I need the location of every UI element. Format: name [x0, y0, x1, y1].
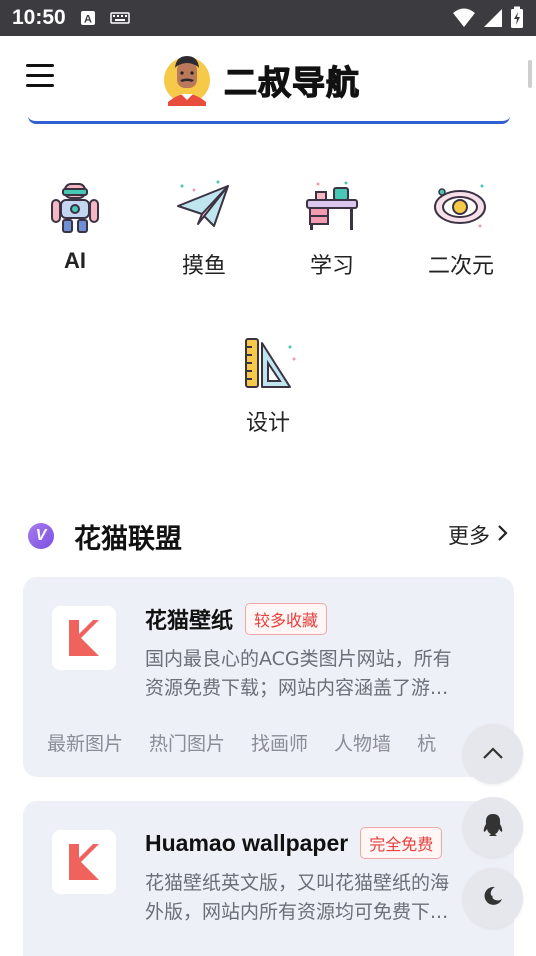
night-mode-icon [481, 884, 505, 912]
card-sublinks: 最新图片 热门图片 找画师 人物墙 杭 [47, 729, 487, 756]
more-label: 更多 [448, 524, 490, 548]
card-title-text: Huamao wallpaper [145, 829, 349, 856]
qq-button[interactable] [463, 797, 523, 857]
category-moyu[interactable]: 摸鱼 [149, 180, 259, 280]
card-tag: 完全免费 [360, 827, 443, 859]
qq-penguin-icon [481, 812, 505, 842]
status-bar: 10:50 A [0, 0, 536, 36]
wifi-icon [452, 7, 476, 33]
keyboard-icon [109, 11, 130, 25]
sublink[interactable]: 杭 [417, 729, 436, 756]
sublink[interactable]: 找画师 [251, 729, 308, 756]
site-card[interactable]: 花猫壁纸 较多收藏 国内最良心的ACG类图片网站，所有 资源免费下载；网站内容涵… [23, 577, 514, 777]
paper-plane-icon [174, 180, 234, 238]
site-logo-k-icon [52, 606, 116, 670]
card-tag: 较多收藏 [245, 603, 328, 635]
card-desc-line: 资源免费下载；网站内容涵盖了游... [145, 677, 449, 699]
category-label: 设计 [245, 411, 290, 436]
card-description: 国内最良心的ACG类图片网站，所有 资源免费下载；网站内容涵盖了游... [145, 645, 485, 703]
robot-icon [49, 180, 101, 238]
chevron-up-icon [482, 745, 504, 764]
category-label: AI [64, 248, 86, 273]
planet-icon [432, 180, 490, 238]
site-title: 二叔导航 [223, 62, 360, 102]
card-desc-line: 外版，网站内所有资源均可免费下... [145, 901, 449, 923]
a-notification-icon: A [80, 10, 96, 26]
card-title: Huamao wallpaper 完全免费 [145, 827, 443, 859]
hamburger-menu-icon[interactable] [26, 64, 56, 90]
section-header: V 花猫联盟 更多 [28, 512, 514, 560]
category-study[interactable]: 学习 [277, 180, 387, 280]
sublink[interactable]: 人物墙 [334, 729, 391, 756]
scrollbar-thumb[interactable] [528, 60, 532, 88]
app-header: 二叔导航 [0, 36, 536, 122]
category-label: 二次元 [427, 254, 494, 279]
avatar-logo-icon [162, 50, 212, 110]
category-ai[interactable]: AI [20, 180, 130, 274]
site-logo[interactable]: 二叔导航 [162, 50, 360, 110]
category-anime[interactable]: 二次元 [406, 180, 516, 280]
card-desc-line: 花猫壁纸英文版，又叫花猫壁纸的海 [145, 872, 450, 894]
desk-icon [304, 180, 360, 238]
sublink[interactable]: 热门图片 [149, 729, 225, 756]
chevron-right-icon [496, 523, 508, 547]
more-link[interactable]: 更多 [448, 520, 508, 550]
category-label: 学习 [309, 254, 354, 279]
back-to-top-button[interactable] [463, 724, 523, 784]
category-design[interactable]: 设计 [213, 335, 323, 437]
card-desc-line: 国内最良心的ACG类图片网站，所有 [145, 648, 452, 670]
section-title: 花猫联盟 [74, 523, 182, 555]
status-time: 10:50 [12, 6, 66, 29]
search-bar-edge[interactable] [28, 116, 510, 124]
battery-charging-icon [510, 6, 524, 34]
category-label: 摸鱼 [181, 254, 226, 279]
card-title-text: 花猫壁纸 [145, 609, 234, 634]
section-badge: V [28, 523, 54, 549]
card-title: 花猫壁纸 较多收藏 [145, 603, 328, 635]
svg-text:A: A [84, 14, 92, 26]
sublink[interactable]: 最新图片 [47, 729, 123, 756]
card-description: 花猫壁纸英文版，又叫花猫壁纸的海 外版，网站内所有资源均可免费下... [145, 869, 485, 927]
ruler-triangle-icon [240, 335, 296, 395]
signal-icon [482, 7, 504, 33]
night-mode-button[interactable] [463, 868, 523, 928]
site-logo-k-icon [52, 830, 116, 894]
site-card[interactable]: Huamao wallpaper 完全免费 花猫壁纸英文版，又叫花猫壁纸的海 外… [23, 801, 514, 956]
